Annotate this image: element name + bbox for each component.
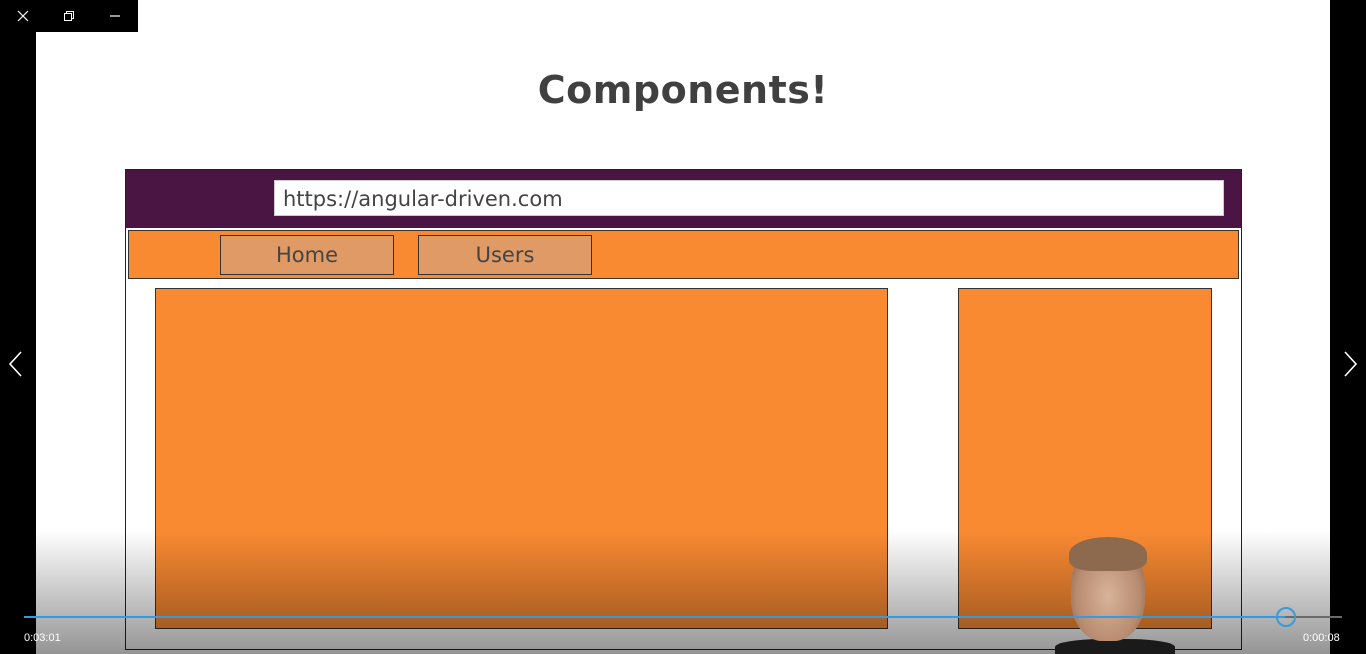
mockup-nav-users: Users [418,235,592,275]
restore-icon[interactable] [46,0,92,32]
presenter-shirt [1055,639,1175,654]
next-button[interactable] [1336,346,1366,382]
slide-title: Components! [537,68,829,112]
mockup-main-content [155,288,888,629]
presenter-webcam [1055,535,1175,654]
chevron-right-icon [1344,351,1358,377]
chevron-left-icon [8,351,22,377]
close-icon[interactable] [0,0,46,32]
elapsed-time: 0:03:01 [24,632,61,644]
mockup-nav-home: Home [220,235,394,275]
minimize-icon[interactable] [92,0,138,32]
mockup-nav-strip: Home Users [128,230,1239,279]
remaining-time: 0:00:08 [1303,632,1340,644]
mockup-url-field: https://angular-driven.com [274,180,1224,216]
previous-button[interactable] [0,346,30,382]
seek-progress [24,616,1286,618]
presenter-hair [1069,537,1147,571]
window-controls [0,0,138,32]
mockup-header-bar: https://angular-driven.com [126,170,1241,228]
seek-bar[interactable] [24,607,1342,627]
